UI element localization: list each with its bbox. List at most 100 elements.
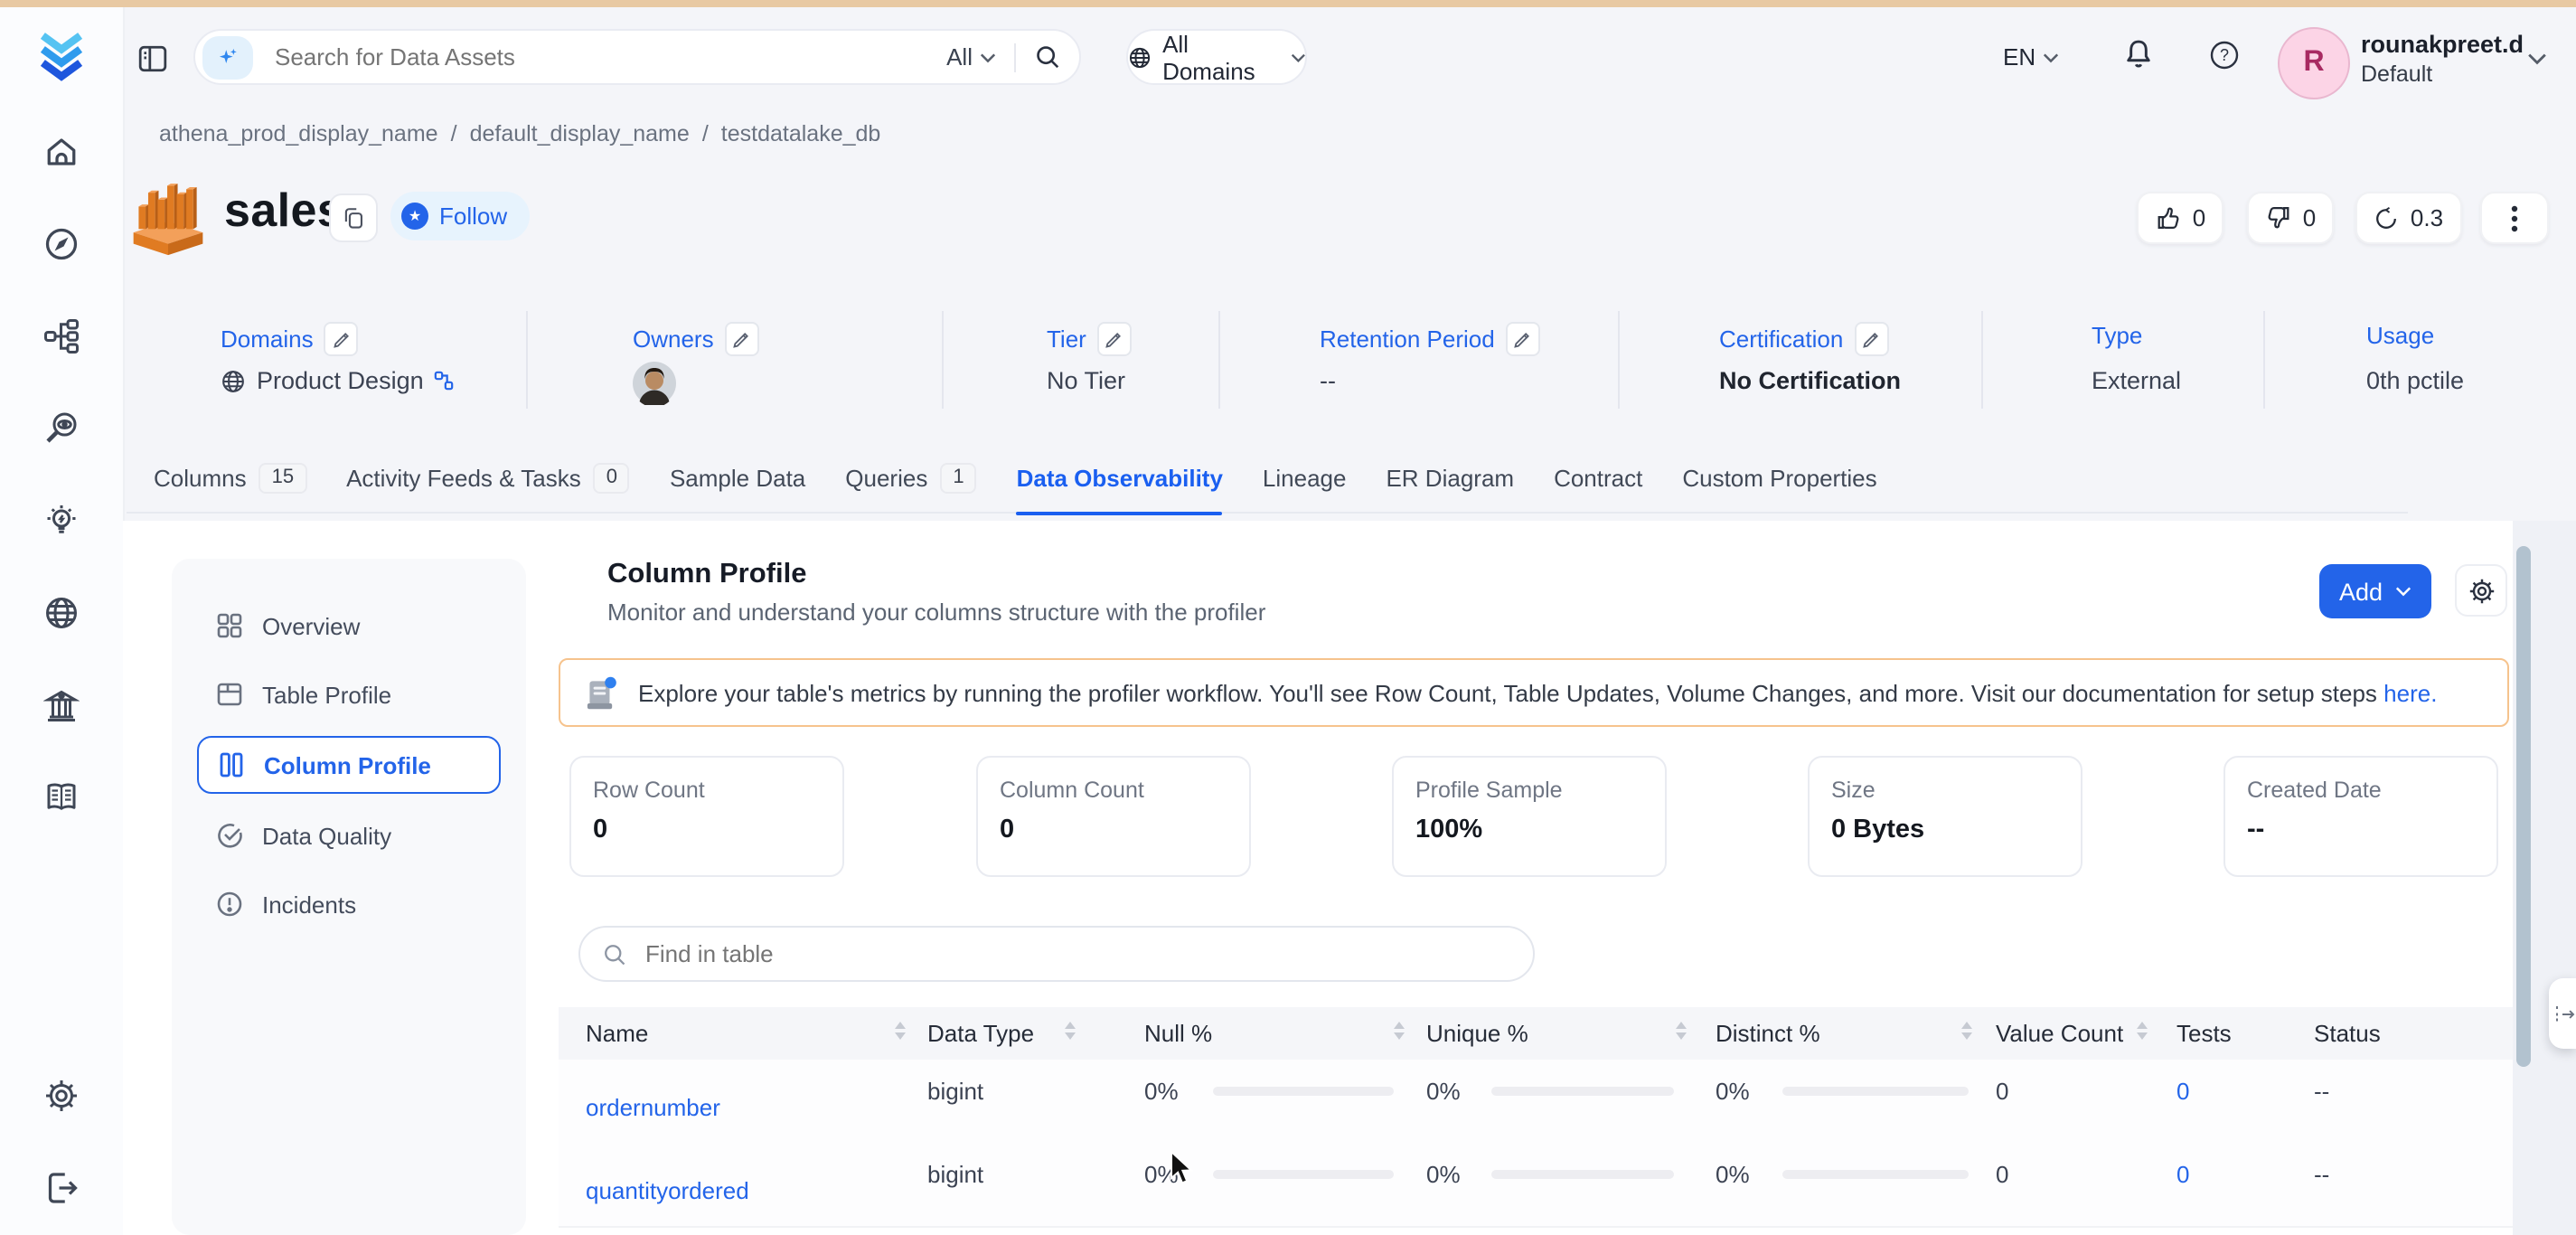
search-icon[interactable] xyxy=(1034,43,1061,71)
incidents-alert-icon xyxy=(215,890,244,919)
edit-domains-icon[interactable] xyxy=(324,322,359,356)
find-in-table-input[interactable] xyxy=(642,938,1511,969)
globe-icon xyxy=(222,370,244,391)
subnav-data-quality[interactable]: Data Quality xyxy=(197,808,501,863)
breadcrumb-service[interactable]: athena_prod_display_name xyxy=(159,121,438,146)
home-icon[interactable] xyxy=(40,130,83,174)
edit-retention-icon[interactable] xyxy=(1505,322,1540,356)
tab-columns[interactable]: Columns 15 xyxy=(154,463,307,515)
sort-icon-value-count[interactable] xyxy=(2137,1022,2148,1040)
version-button[interactable]: 0.3 xyxy=(2355,192,2462,244)
insights-icon[interactable] xyxy=(40,499,83,542)
search-scope-dropdown[interactable]: All xyxy=(946,43,996,71)
language-label: EN xyxy=(2003,43,2036,71)
sort-icon-null[interactable] xyxy=(1394,1022,1405,1040)
breadcrumb-database[interactable]: default_display_name xyxy=(470,121,690,146)
table-row[interactable]: quantityordered bigint 0% 0% 0% 0 0 -- xyxy=(559,1143,2513,1228)
search-input[interactable] xyxy=(271,42,947,72)
downvote-button[interactable]: 0 xyxy=(2247,192,2334,244)
language-dropdown[interactable]: EN xyxy=(2003,43,2059,71)
logout-icon[interactable] xyxy=(40,1166,83,1210)
meta-retention-label: Retention Period xyxy=(1320,322,1540,356)
owner-avatar[interactable] xyxy=(633,362,676,405)
null-progress-bar xyxy=(1213,1170,1394,1179)
copy-name-button[interactable] xyxy=(329,193,378,242)
sort-icon-unique[interactable] xyxy=(1676,1022,1687,1040)
unique-progress-bar xyxy=(1491,1087,1674,1096)
upvote-button[interactable]: 0 xyxy=(2137,192,2223,244)
tab-sample-data[interactable]: Sample Data xyxy=(670,463,805,515)
stat-card-column-count: Column Count 0 xyxy=(976,756,1251,877)
table-profile-icon xyxy=(215,680,244,709)
meta-domains-value[interactable]: Product Design xyxy=(221,367,455,394)
edit-certification-icon[interactable] xyxy=(1854,322,1889,356)
follow-label: Follow xyxy=(439,203,508,230)
add-button[interactable]: Add xyxy=(2319,564,2431,618)
user-menu-chevron-icon[interactable] xyxy=(2527,52,2547,65)
govern-icon[interactable] xyxy=(40,683,83,727)
tab-lineage[interactable]: Lineage xyxy=(1263,463,1347,515)
distinct-progress-bar xyxy=(1782,1087,1969,1096)
table-row[interactable]: ordernumber bigint 0% 0% 0% 0 0 -- xyxy=(559,1060,2513,1145)
vertical-scrollbar[interactable] xyxy=(2516,546,2531,1067)
sort-icon-data-type[interactable] xyxy=(1065,1022,1076,1040)
explore-icon[interactable] xyxy=(40,222,83,266)
tab-activity-feeds[interactable]: Activity Feeds & Tasks 0 xyxy=(346,463,630,515)
follow-star-icon: ★ xyxy=(401,203,428,230)
observability-icon[interactable] xyxy=(40,407,83,450)
subnav-overview[interactable]: Overview xyxy=(197,599,501,653)
subdomain-link-icon xyxy=(435,371,454,391)
help-icon[interactable]: ? xyxy=(2209,40,2240,71)
follow-button[interactable]: ★ Follow xyxy=(390,192,530,240)
find-in-table[interactable] xyxy=(578,926,1535,982)
sort-icon-name[interactable] xyxy=(895,1022,906,1040)
tab-er-diagram[interactable]: ER Diagram xyxy=(1386,463,1514,515)
tab-contract[interactable]: Contract xyxy=(1554,463,1642,515)
chevron-down-icon xyxy=(980,52,996,62)
breadcrumb-schema[interactable]: testdatalake_db xyxy=(721,121,881,146)
version-history-icon xyxy=(2376,205,2397,228)
meta-type-value: External xyxy=(2092,367,2182,394)
app-logo[interactable] xyxy=(34,29,89,83)
column-profile-icon xyxy=(217,750,246,779)
notifications-bell-icon[interactable] xyxy=(2122,38,2155,71)
entity-title: sales xyxy=(224,183,344,237)
right-panel-toggle-button[interactable] xyxy=(2549,978,2576,1049)
avatar-initial: R xyxy=(2303,47,2325,78)
row-tests-link[interactable]: 0 xyxy=(2176,1078,2189,1105)
profiler-subnav: Overview Table Profile Column Profile Da… xyxy=(172,559,526,1235)
user-avatar[interactable]: R xyxy=(2278,27,2350,99)
profiler-title: Column Profile xyxy=(607,559,807,589)
globe-icon xyxy=(1129,46,1151,68)
profiler-settings-button[interactable] xyxy=(2455,564,2507,617)
global-search[interactable]: All xyxy=(193,29,1081,85)
row-name-link[interactable]: quantityordered xyxy=(586,1177,749,1204)
overview-grid-icon xyxy=(215,611,244,640)
tab-custom-properties[interactable]: Custom Properties xyxy=(1682,463,1876,515)
stat-card-row-count: Row Count 0 xyxy=(569,756,844,877)
row-tests-link[interactable]: 0 xyxy=(2176,1161,2189,1188)
tab-queries[interactable]: Queries 1 xyxy=(845,463,977,515)
sidebar-toggle-icon[interactable] xyxy=(137,43,168,74)
platform-lineage-icon[interactable] xyxy=(40,315,83,358)
domains-filter-dropdown[interactable]: All Domains xyxy=(1126,29,1307,85)
tab-data-observability[interactable]: Data Observability xyxy=(1016,463,1224,515)
thumbs-down-icon xyxy=(2268,207,2289,229)
tab-queries-count: 1 xyxy=(940,463,977,494)
edit-owners-icon[interactable] xyxy=(724,322,759,356)
ai-sparkle-icon[interactable] xyxy=(202,35,253,79)
settings-icon[interactable] xyxy=(40,1074,83,1117)
stat-card-profile-sample: Profile Sample 100% xyxy=(1392,756,1667,877)
row-data-type: bigint xyxy=(927,1078,984,1105)
banner-docs-link[interactable]: here. xyxy=(2383,679,2437,706)
more-actions-button[interactable] xyxy=(2480,192,2549,244)
row-name-link[interactable]: ordernumber xyxy=(586,1094,720,1121)
edit-tier-icon[interactable] xyxy=(1096,322,1132,356)
subnav-table-profile[interactable]: Table Profile xyxy=(197,667,501,721)
sort-icon-distinct[interactable] xyxy=(1961,1022,1972,1040)
domains-icon[interactable] xyxy=(40,591,83,635)
subnav-incidents[interactable]: Incidents xyxy=(197,877,501,931)
learn-icon[interactable] xyxy=(40,776,83,819)
domains-filter-label: All Domains xyxy=(1162,30,1255,84)
subnav-column-profile[interactable]: Column Profile xyxy=(197,736,501,794)
